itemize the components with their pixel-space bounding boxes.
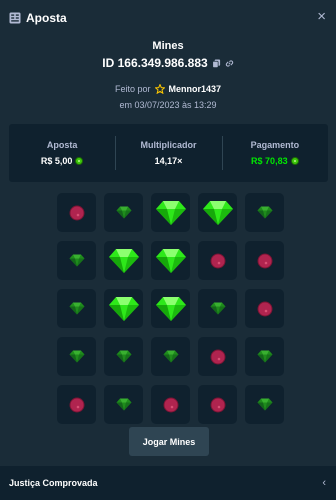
mine-tile bbox=[245, 241, 284, 280]
provably-fair-bar[interactable]: Justiça Comprovada ‹ bbox=[0, 466, 336, 500]
coin-icon bbox=[75, 157, 84, 165]
mine-tile bbox=[57, 337, 96, 376]
mine-icon bbox=[210, 397, 225, 412]
dialog-header: Aposta × bbox=[0, 0, 336, 36]
mine-icon bbox=[210, 253, 225, 268]
username[interactable]: Mennor1437 bbox=[169, 84, 222, 94]
stat-multiplier: Multiplicador 14,17× bbox=[115, 124, 221, 182]
stat-payout-value: R$ 70,83 bbox=[251, 156, 288, 166]
mine-tile bbox=[198, 337, 237, 376]
mine-tile bbox=[198, 193, 237, 232]
mine-tile bbox=[198, 385, 237, 424]
mine-tile bbox=[57, 289, 96, 328]
star-icon bbox=[154, 84, 165, 94]
gem-icon bbox=[257, 350, 272, 363]
stat-payout: Pagamento R$ 70,83 bbox=[221, 124, 328, 182]
close-icon[interactable]: × bbox=[317, 9, 326, 25]
mine-icon bbox=[257, 301, 272, 316]
gem-revealed-icon bbox=[155, 296, 186, 321]
mine-tile bbox=[245, 289, 284, 328]
mine-tile bbox=[104, 241, 143, 280]
gem-revealed-icon bbox=[155, 200, 186, 225]
stat-payout-label: Pagamento bbox=[250, 140, 300, 150]
mine-tile bbox=[104, 193, 143, 232]
stat-payout-value-row: R$ 70,83 bbox=[251, 156, 299, 166]
mine-tile bbox=[198, 241, 237, 280]
coin-icon bbox=[290, 157, 299, 165]
bet-id: ID 166.349.986.883 bbox=[102, 56, 208, 70]
gem-icon bbox=[210, 302, 225, 315]
made-by-label: Feito por bbox=[114, 84, 151, 94]
mine-tile bbox=[104, 289, 143, 328]
gem-icon bbox=[116, 398, 131, 411]
mine-tile bbox=[151, 385, 190, 424]
provably-fair-label: Justiça Comprovada bbox=[9, 478, 98, 488]
gem-icon bbox=[257, 206, 272, 219]
mine-tile bbox=[57, 193, 96, 232]
gem-icon bbox=[69, 350, 84, 363]
gem-revealed-icon bbox=[202, 200, 233, 225]
gem-revealed-icon bbox=[108, 296, 139, 321]
mine-tile bbox=[151, 337, 190, 376]
mine-icon bbox=[69, 397, 84, 412]
bet-id-row: ID 166.349.986.883 bbox=[0, 56, 336, 70]
gem-revealed-icon bbox=[108, 248, 139, 273]
mine-tile bbox=[245, 385, 284, 424]
stat-multiplier-label: Multiplicador bbox=[140, 140, 197, 150]
mine-tile bbox=[245, 193, 284, 232]
mine-icon bbox=[210, 349, 225, 364]
stat-bet: Aposta R$ 5,00 bbox=[9, 124, 115, 182]
link-icon[interactable] bbox=[225, 59, 234, 68]
mine-tile bbox=[151, 289, 190, 328]
dialog-title: Aposta bbox=[26, 11, 67, 25]
mine-tile bbox=[245, 337, 284, 376]
mine-tile bbox=[104, 385, 143, 424]
mine-tile bbox=[198, 289, 237, 328]
stat-bet-value: R$ 5,00 bbox=[40, 156, 73, 166]
gem-icon bbox=[69, 254, 84, 267]
mine-tile bbox=[151, 241, 190, 280]
stat-bet-label: Aposta bbox=[46, 140, 78, 150]
copy-icon[interactable] bbox=[212, 58, 221, 68]
made-by-row: Feito por Mennor1437 bbox=[0, 84, 336, 94]
stat-bet-value-row: R$ 5,00 bbox=[41, 156, 84, 166]
chevron-left-icon[interactable]: ‹ bbox=[322, 477, 326, 489]
bet-date: em 03/07/2023 às 13:29 bbox=[119, 100, 217, 110]
game-name: Mines bbox=[152, 40, 184, 52]
mine-icon bbox=[69, 205, 84, 220]
play-mines-button[interactable]: Jogar Mines bbox=[129, 427, 209, 456]
gem-icon bbox=[116, 350, 131, 363]
gem-icon bbox=[163, 350, 178, 363]
bet-slip-icon bbox=[9, 12, 21, 24]
stat-multiplier-value: 14,17× bbox=[154, 156, 183, 166]
mine-tile bbox=[104, 337, 143, 376]
mine-icon bbox=[257, 253, 272, 268]
gem-icon bbox=[257, 398, 272, 411]
mine-tile bbox=[151, 193, 190, 232]
mine-icon bbox=[163, 397, 178, 412]
gem-revealed-icon bbox=[155, 248, 186, 273]
mine-tile bbox=[57, 241, 96, 280]
mines-board bbox=[57, 193, 284, 424]
gem-icon bbox=[116, 206, 131, 219]
mine-tile bbox=[57, 385, 96, 424]
gem-icon bbox=[69, 302, 84, 315]
bet-stats-panel: Aposta R$ 5,00 Multiplicador 14,17× Paga… bbox=[9, 124, 328, 182]
